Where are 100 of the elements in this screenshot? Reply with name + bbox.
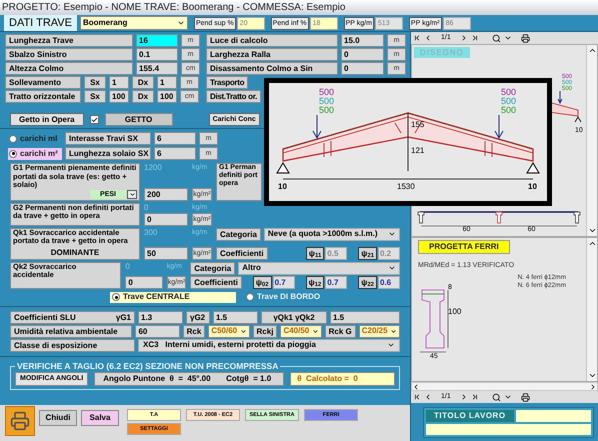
exposure-select[interactable]: XC3 Interni umidi, esterni protetti da pioggia bbox=[138, 338, 400, 352]
first-page-icon[interactable] bbox=[413, 34, 421, 42]
value-field[interactable]: 1.5 bbox=[213, 310, 258, 324]
value-field[interactable]: 100 bbox=[109, 90, 129, 103]
caret-icon[interactable] bbox=[504, 393, 512, 401]
value-field[interactable]: 6 bbox=[154, 147, 196, 160]
scroll-left-icon[interactable] bbox=[412, 382, 420, 390]
select-value: C40/50 bbox=[283, 325, 310, 337]
load-area-field[interactable]: 0 bbox=[125, 276, 163, 288]
coefficient-field[interactable]: 0.7 bbox=[272, 276, 295, 288]
caret-icon[interactable] bbox=[504, 34, 512, 42]
load-value: 500 bbox=[319, 105, 334, 115]
search-icon[interactable] bbox=[492, 34, 501, 42]
value-field[interactable]: 1.5 bbox=[330, 310, 400, 324]
action-button[interactable]: Salva bbox=[81, 410, 119, 426]
work-title-field[interactable] bbox=[426, 424, 591, 435]
coefficient-symbol: ψ$_{12}$ bbox=[306, 276, 324, 288]
side-label: Dx bbox=[132, 76, 154, 89]
print-icon[interactable] bbox=[520, 34, 530, 42]
previous-page-icon[interactable] bbox=[424, 393, 432, 401]
concrete-class-select[interactable]: C40/50 bbox=[280, 324, 322, 338]
value-field[interactable]: 100 bbox=[157, 90, 177, 103]
field-label: Trasporto bbox=[206, 76, 248, 89]
action-button[interactable]: Chiudi bbox=[39, 410, 77, 426]
side-label: Dx bbox=[132, 90, 154, 103]
field-label: Rck G bbox=[324, 324, 356, 338]
concrete-class-select[interactable]: C50/60 bbox=[208, 324, 250, 338]
value-field[interactable]: 6 bbox=[154, 132, 196, 145]
coefficient-symbol: ψ$_{21}$ bbox=[358, 246, 377, 260]
scrollbar[interactable] bbox=[586, 45, 597, 236]
coefficients-label: Coefficienti bbox=[216, 246, 268, 260]
last-page-icon[interactable] bbox=[470, 34, 479, 42]
coefficients-label: Coefficienti bbox=[190, 276, 242, 288]
value-field[interactable]: 16 bbox=[136, 34, 178, 47]
value-field[interactable]: 1 bbox=[109, 76, 129, 89]
first-page-icon[interactable] bbox=[413, 393, 421, 401]
field-label: Larghezza Ralla bbox=[206, 48, 338, 61]
category-label: Categoria bbox=[216, 228, 261, 240]
radio-button[interactable] bbox=[246, 293, 254, 301]
window-title: PROGETTO: Esempio - NOME TRAVE: Boomerang - COMMESSA: Esempio bbox=[0, 0, 598, 15]
value-field[interactable]: 0 bbox=[341, 48, 384, 61]
load-value: 500 bbox=[501, 96, 516, 106]
field-label: Rck bbox=[182, 324, 206, 338]
radio-button[interactable] bbox=[9, 150, 17, 158]
height-label: 100 bbox=[448, 306, 462, 318]
scrollbar[interactable] bbox=[586, 238, 597, 381]
checkbox[interactable] bbox=[90, 115, 99, 124]
category-select[interactable]: Altro bbox=[238, 262, 400, 274]
field-label: Interasse Travi SX bbox=[65, 132, 151, 145]
load-per-metre: 1200 bbox=[144, 163, 163, 173]
last-page-icon[interactable] bbox=[470, 393, 479, 401]
work-title-field[interactable] bbox=[516, 410, 591, 422]
radio-button[interactable] bbox=[9, 134, 17, 142]
field-label: Luce di calcolo bbox=[206, 34, 338, 47]
category-select[interactable]: Neve (a quota >1000m s.l.m.) bbox=[264, 228, 400, 240]
radio-button[interactable] bbox=[112, 293, 120, 301]
horizontal-scrollbar[interactable] bbox=[411, 382, 598, 391]
load-area-field[interactable]: 0 bbox=[144, 212, 188, 226]
factor-symbol: γG2 bbox=[186, 310, 210, 324]
dominant-tag: DOMINANTE bbox=[50, 246, 100, 258]
print-button[interactable] bbox=[5, 406, 35, 436]
coefficient-symbol: ψ$_{02}$ bbox=[252, 276, 272, 288]
load-value: 500 bbox=[319, 87, 334, 97]
load-per-metre: 300 bbox=[144, 228, 158, 238]
scroll-down-icon[interactable] bbox=[588, 226, 596, 235]
load-value: 500 bbox=[501, 105, 516, 115]
scroll-right-icon[interactable] bbox=[589, 382, 597, 390]
caret-icon bbox=[176, 19, 185, 27]
print-icon[interactable] bbox=[520, 392, 530, 402]
previous-page-icon[interactable] bbox=[424, 34, 432, 42]
select-value: C20/25 bbox=[362, 325, 388, 337]
load-area-field[interactable]: 200 bbox=[144, 188, 188, 200]
dropdown-button[interactable] bbox=[127, 190, 137, 198]
load-value: 500 bbox=[501, 87, 516, 97]
field-label: Sollevamento bbox=[5, 76, 81, 89]
value-field[interactable]: 0.1 bbox=[136, 48, 178, 61]
concrete-class-select[interactable]: C20/25 bbox=[358, 324, 400, 338]
load-area-field[interactable]: 50 bbox=[144, 246, 188, 260]
coefficient-field[interactable]: 0.6 bbox=[378, 276, 400, 288]
value-field[interactable]: 60 bbox=[135, 324, 180, 338]
scroll-up-icon[interactable] bbox=[588, 46, 596, 55]
design-rebars-button[interactable]: PROGETTA FERRI bbox=[418, 240, 510, 254]
field-label: Coefficienti SLU bbox=[14, 312, 76, 322]
cast-in-place-button[interactable]: Getto in Opera bbox=[10, 113, 84, 126]
value-field[interactable]: 15.0 bbox=[341, 34, 384, 47]
side-label: Sx bbox=[84, 90, 106, 103]
caret-icon bbox=[128, 190, 136, 198]
beam-type-select[interactable]: Boomerang bbox=[80, 16, 188, 30]
value-field[interactable]: 1 bbox=[157, 76, 177, 89]
coefficient-field[interactable]: 0.7 bbox=[325, 276, 348, 288]
scroll-down-icon[interactable] bbox=[588, 371, 596, 380]
value-field[interactable]: 0 bbox=[341, 62, 384, 75]
support-icon bbox=[276, 162, 290, 174]
value-field[interactable]: 1.3 bbox=[138, 310, 183, 324]
caret-icon bbox=[388, 264, 396, 272]
scroll-up-icon[interactable] bbox=[588, 239, 596, 248]
select-value: XC3 Interni umidi, esterni protetti da pioggia bbox=[143, 339, 316, 351]
search-icon[interactable] bbox=[492, 392, 501, 402]
value-field[interactable]: 155.4 bbox=[136, 62, 178, 75]
cast-button[interactable]: GETTO bbox=[104, 113, 173, 126]
